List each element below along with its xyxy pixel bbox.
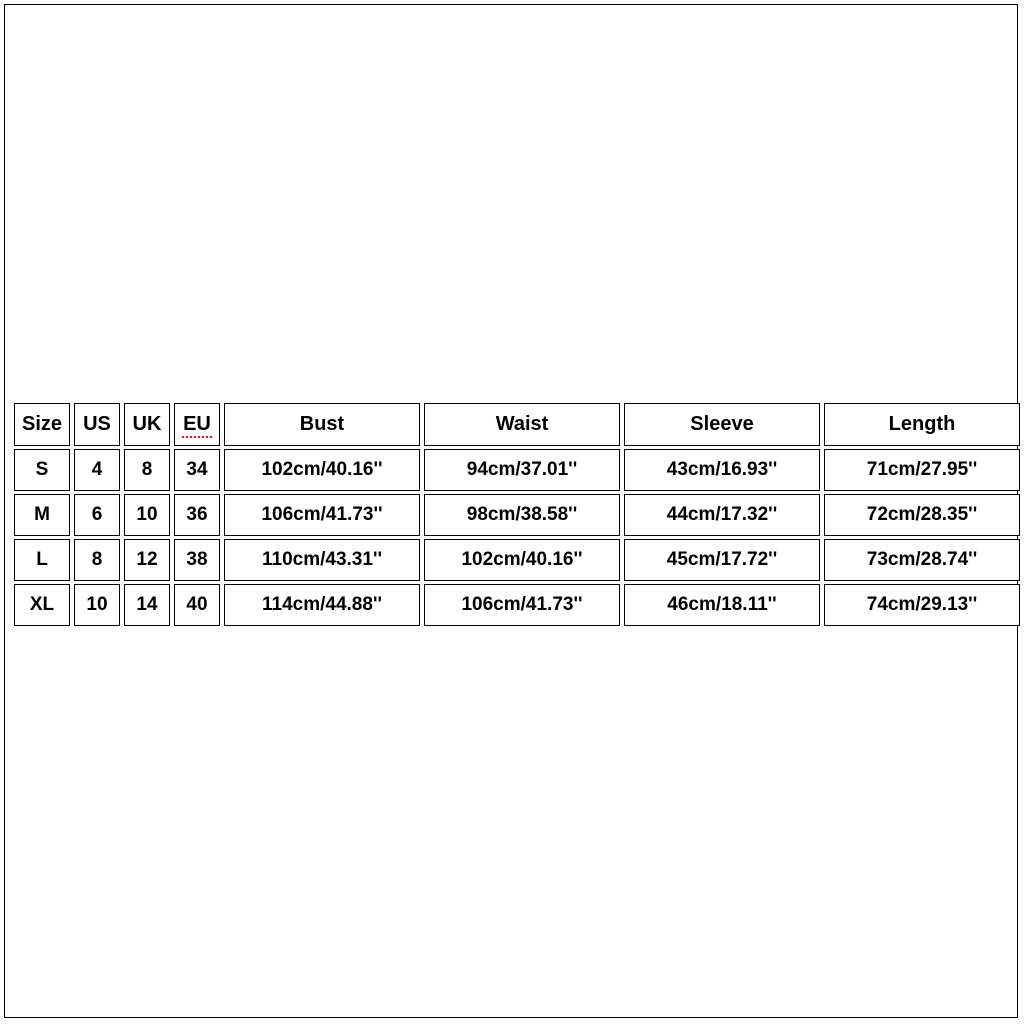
- cell-size: XL: [14, 584, 70, 626]
- table-row: XL 10 14 40 114cm/44.88'' 106cm/41.73'' …: [14, 584, 1020, 626]
- cell-uk: 14: [124, 584, 170, 626]
- cell-size: M: [14, 494, 70, 536]
- cell-length: 71cm/27.95'': [824, 449, 1020, 491]
- cell-length: 74cm/29.13'': [824, 584, 1020, 626]
- cell-waist: 98cm/38.58'': [424, 494, 620, 536]
- cell-bust: 110cm/43.31'': [224, 539, 420, 581]
- cell-waist: 94cm/37.01'': [424, 449, 620, 491]
- header-size: Size: [14, 403, 70, 446]
- cell-bust: 102cm/40.16'': [224, 449, 420, 491]
- header-uk: UK: [124, 403, 170, 446]
- header-row: Size US UK EU Bust Waist Sleeve Length: [14, 403, 1020, 446]
- header-eu-label: EU: [183, 413, 211, 436]
- cell-sleeve: 43cm/16.93'': [624, 449, 820, 491]
- cell-us: 6: [74, 494, 120, 536]
- cell-eu: 40: [174, 584, 220, 626]
- cell-bust: 106cm/41.73'': [224, 494, 420, 536]
- cell-us: 4: [74, 449, 120, 491]
- cell-sleeve: 44cm/17.32'': [624, 494, 820, 536]
- cell-sleeve: 46cm/18.11'': [624, 584, 820, 626]
- cell-uk: 8: [124, 449, 170, 491]
- cell-size: S: [14, 449, 70, 491]
- cell-size: L: [14, 539, 70, 581]
- header-length: Length: [824, 403, 1020, 446]
- cell-us: 8: [74, 539, 120, 581]
- header-sleeve: Sleeve: [624, 403, 820, 446]
- cell-length: 73cm/28.74'': [824, 539, 1020, 581]
- table-row: L 8 12 38 110cm/43.31'' 102cm/40.16'' 45…: [14, 539, 1020, 581]
- cell-waist: 106cm/41.73'': [424, 584, 620, 626]
- header-us: US: [74, 403, 120, 446]
- cell-sleeve: 45cm/17.72'': [624, 539, 820, 581]
- cell-uk: 10: [124, 494, 170, 536]
- table-row: S 4 8 34 102cm/40.16'' 94cm/37.01'' 43cm…: [14, 449, 1020, 491]
- table-row: M 6 10 36 106cm/41.73'' 98cm/38.58'' 44c…: [14, 494, 1020, 536]
- cell-us: 10: [74, 584, 120, 626]
- cell-length: 72cm/28.35'': [824, 494, 1020, 536]
- cell-bust: 114cm/44.88'': [224, 584, 420, 626]
- cell-eu: 36: [174, 494, 220, 536]
- size-chart-table: Size US UK EU Bust Waist Sleeve Length S…: [10, 400, 1024, 629]
- cell-eu: 38: [174, 539, 220, 581]
- size-chart-container: Size US UK EU Bust Waist Sleeve Length S…: [10, 400, 1014, 629]
- cell-waist: 102cm/40.16'': [424, 539, 620, 581]
- header-waist: Waist: [424, 403, 620, 446]
- cell-eu: 34: [174, 449, 220, 491]
- cell-uk: 12: [124, 539, 170, 581]
- header-bust: Bust: [224, 403, 420, 446]
- header-eu: EU: [174, 403, 220, 446]
